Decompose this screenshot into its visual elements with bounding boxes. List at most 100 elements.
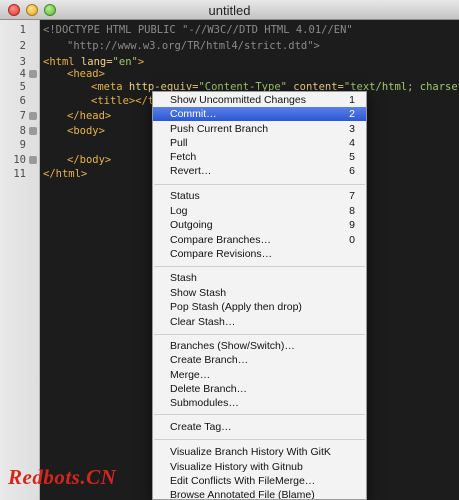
body-close-tag: </body>: [67, 154, 112, 166]
fold-marker-icon[interactable]: [29, 127, 37, 135]
menu-item-submodules[interactable]: Submodules…: [153, 396, 366, 410]
line-number-gutter: 1 2 3 4 5 6 7 8 9 10 11: [0, 20, 40, 500]
menu-item-pop-stash[interactable]: Pop Stash (Apply then drop): [153, 300, 366, 314]
fold-marker-icon[interactable]: [29, 70, 37, 78]
menu-item-label: Visualize History with Gitnub: [170, 461, 303, 473]
menu-item-label: Clear Stash…: [170, 316, 236, 328]
git-context-menu: Show Uncommitted Changes 1 Commit… 2 Push …: [152, 91, 367, 500]
menu-item-push-current-branch[interactable]: Push Current Branch 3: [153, 122, 366, 136]
menu-item-edit-conflicts[interactable]: Edit Conflicts With FileMerge…: [153, 474, 366, 488]
menu-item-label: Browse Annotated File (Blame): [170, 489, 315, 500]
code-line: </html>: [43, 167, 87, 181]
line-number: 2: [19, 40, 26, 52]
menu-item-shortcut: 8: [349, 205, 355, 217]
menu-item-stash[interactable]: Stash: [153, 271, 366, 285]
menu-item-label: Show Uncommitted Changes: [170, 94, 306, 106]
head-close-tag: </head>: [67, 110, 112, 122]
menu-item-label: Stash: [170, 272, 197, 284]
meta-tag: <meta: [91, 81, 123, 93]
menu-item-label: Log: [170, 205, 188, 217]
menu-item-label: Visualize Branch History With GitK: [170, 446, 331, 458]
menu-item-shortcut: 6: [349, 165, 355, 177]
menu-item-clear-stash[interactable]: Clear Stash…: [153, 315, 366, 329]
menu-item-merge[interactable]: Merge…: [153, 368, 366, 382]
code-line: <head>: [67, 67, 105, 81]
menu-separator: [154, 184, 365, 185]
menu-item-pull[interactable]: Pull 4: [153, 136, 366, 150]
menu-item-status[interactable]: Status 7: [153, 189, 366, 203]
menu-item-shortcut: 2: [349, 108, 355, 120]
menu-item-label: Merge…: [170, 369, 211, 381]
line-number: 1: [19, 24, 26, 36]
menu-item-shortcut: 3: [349, 123, 355, 135]
menu-separator: [154, 334, 365, 335]
menu-item-visualize-gitnub[interactable]: Visualize History with Gitnub: [153, 460, 366, 474]
menu-item-label: Branches (Show/Switch)…: [170, 340, 295, 352]
code-line: </head>: [67, 109, 111, 123]
body-tag: <body>: [67, 125, 105, 137]
menu-item-outgoing[interactable]: Outgoing 9: [153, 218, 366, 232]
menu-item-shortcut: 5: [349, 151, 355, 163]
menu-separator: [154, 439, 365, 440]
head-tag: <head>: [67, 68, 105, 80]
code-line: <body>: [67, 124, 105, 138]
menu-item-show-stash[interactable]: Show Stash: [153, 286, 366, 300]
line-number: 10: [13, 154, 26, 166]
menu-item-fetch[interactable]: Fetch 5: [153, 150, 366, 164]
menu-item-label: Push Current Branch: [170, 123, 269, 135]
fold-marker-icon[interactable]: [29, 156, 37, 164]
menu-item-shortcut: 4: [349, 137, 355, 149]
menu-item-label: Pull: [170, 137, 188, 149]
menu-item-delete-branch[interactable]: Delete Branch…: [153, 382, 366, 396]
menu-item-label: Commit…: [170, 108, 217, 120]
menu-item-create-branch[interactable]: Create Branch…: [153, 353, 366, 367]
menu-item-label: Delete Branch…: [170, 383, 248, 395]
menu-item-branches[interactable]: Branches (Show/Switch)…: [153, 339, 366, 353]
menu-item-browse-blame[interactable]: Browse Annotated File (Blame): [153, 488, 366, 500]
window-titlebar: untitled: [0, 0, 459, 20]
line-number: 6: [19, 95, 26, 107]
menu-item-shortcut: 9: [349, 219, 355, 231]
menu-item-shortcut: 7: [349, 190, 355, 202]
line-number: 5: [19, 81, 26, 93]
menu-separator: [154, 266, 365, 267]
menu-item-label: Revert…: [170, 165, 212, 177]
code-line: <title></t: [91, 94, 154, 108]
menu-item-visualize-gitk[interactable]: Visualize Branch History With GitK: [153, 445, 366, 459]
line-number: 11: [13, 168, 26, 180]
menu-item-compare-branches[interactable]: Compare Branches… 0: [153, 233, 366, 247]
menu-item-show-uncommitted-changes[interactable]: Show Uncommitted Changes 1: [153, 93, 366, 107]
menu-item-create-tag[interactable]: Create Tag…: [153, 420, 366, 434]
menu-item-revert[interactable]: Revert… 6: [153, 164, 366, 178]
menu-item-label: Compare Revisions…: [170, 248, 273, 260]
menu-item-commit[interactable]: Commit… 2: [153, 107, 366, 121]
code-line: </body>: [67, 153, 111, 167]
window-title: untitled: [208, 3, 251, 18]
line-number: 4: [19, 68, 26, 80]
html-close-tag: </html>: [43, 168, 88, 180]
tag-close: >: [137, 56, 145, 68]
code-line: "http://www.w3.org/TR/html4/strict.dtd">: [67, 39, 320, 53]
code-line: <!DOCTYPE HTML PUBLIC "-//W3C//DTD HTML …: [43, 23, 353, 37]
watermark-logo: Redbots.CN: [8, 465, 117, 489]
menu-item-label: Status: [170, 190, 200, 202]
menu-item-label: Create Branch…: [170, 354, 249, 366]
menu-item-shortcut: 1: [349, 94, 355, 106]
lang-value: "en": [112, 56, 138, 68]
fold-marker-icon[interactable]: [29, 112, 37, 120]
menu-item-log[interactable]: Log 8: [153, 204, 366, 218]
menu-item-label: Show Stash: [170, 287, 227, 299]
menu-item-compare-revisions[interactable]: Compare Revisions…: [153, 247, 366, 261]
menu-item-label: Create Tag…: [170, 421, 232, 433]
menu-item-label: Fetch: [170, 151, 197, 163]
line-number: 7: [19, 110, 26, 122]
menu-item-label: Compare Branches…: [170, 234, 271, 246]
menu-item-label: Pop Stash (Apply then drop): [170, 301, 302, 313]
doctype-text: <!DOCTYPE HTML PUBLIC "-//W3C//DTD HTML …: [43, 24, 353, 36]
menu-separator: [154, 414, 365, 415]
menu-item-shortcut: 0: [349, 234, 355, 246]
title-tag: <title></t: [91, 95, 155, 107]
menu-item-label: Edit Conflicts With FileMerge…: [170, 475, 316, 487]
doctype-url: "http://www.w3.org/TR/html4/strict.dtd">: [67, 40, 320, 52]
menu-item-label: Outgoing: [170, 219, 213, 231]
